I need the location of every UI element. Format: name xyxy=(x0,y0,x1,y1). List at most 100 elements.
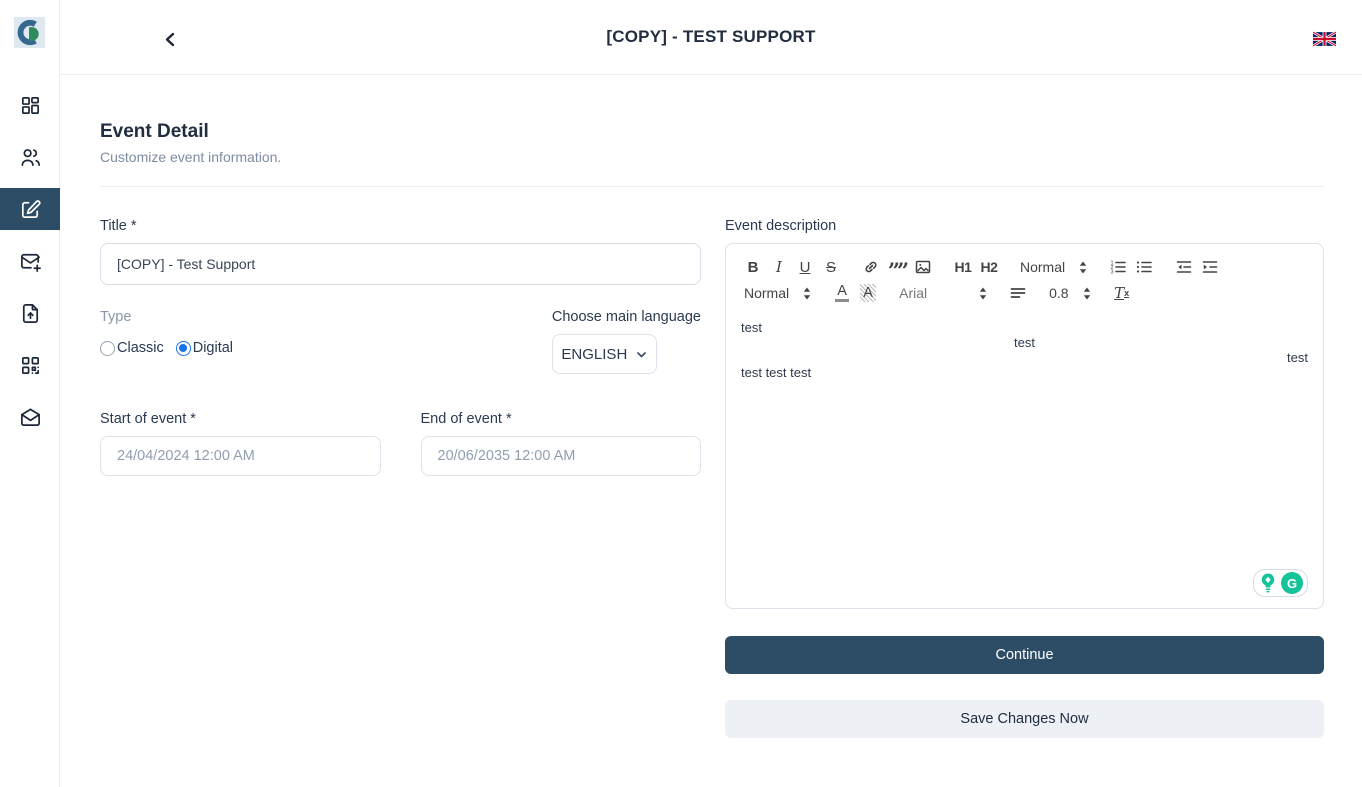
heading-group: H1 H2 xyxy=(950,255,1002,279)
svg-text:3: 3 xyxy=(1111,270,1114,276)
file-upload-icon xyxy=(19,302,42,325)
bold-button[interactable]: B xyxy=(740,255,766,279)
form-columns: Title * Type Classic xyxy=(100,218,1324,738)
align-button[interactable] xyxy=(1005,281,1031,305)
editor-paragraph: test test test xyxy=(741,365,1308,380)
size-picker-group: Normal xyxy=(740,281,815,305)
font-picker-value: Arial xyxy=(899,285,927,301)
description-column: Event description B I U S xyxy=(725,218,1324,738)
rich-text-editor: B I U S xyxy=(725,243,1324,609)
header-picker-group: Normal xyxy=(1016,255,1091,279)
align-group xyxy=(1005,281,1031,305)
indent-button[interactable] xyxy=(1197,255,1223,279)
insert-group: ”” xyxy=(858,255,936,279)
continue-button[interactable]: Continue xyxy=(725,636,1324,674)
outdent-icon xyxy=(1175,258,1193,276)
save-changes-button[interactable]: Save Changes Now xyxy=(725,700,1324,738)
editor-paragraph: test xyxy=(741,320,1308,335)
radio-circle-digital[interactable] xyxy=(176,341,191,356)
qr-code-icon xyxy=(19,354,42,377)
editor-content[interactable]: test test test test test test xyxy=(726,307,1323,608)
page-subtitle: Customize event information. xyxy=(100,149,1324,165)
bullet-list-button[interactable] xyxy=(1131,255,1157,279)
editor-paragraph: test xyxy=(741,335,1308,350)
clear-formatting-icon: T xyxy=(1114,284,1124,302)
outdent-button[interactable] xyxy=(1171,255,1197,279)
radio-digital-label: Digital xyxy=(193,340,233,356)
indent-group xyxy=(1171,255,1223,279)
sidebar-item-messages[interactable] xyxy=(0,396,60,438)
type-radio-group: Classic Digital xyxy=(100,340,233,356)
grammarly-logo-icon[interactable]: G xyxy=(1281,572,1303,594)
header-format-value: Normal xyxy=(1020,259,1065,275)
end-date-input[interactable] xyxy=(421,436,702,476)
end-date-field: End of event * xyxy=(421,411,702,476)
sidebar-item-qr-codes[interactable] xyxy=(0,344,60,386)
type-language-row: Type Classic Digital xyxy=(100,309,701,374)
radio-digital[interactable]: Digital xyxy=(176,340,233,356)
background-color-button[interactable]: A xyxy=(855,281,881,305)
radio-classic-label: Classic xyxy=(117,340,164,356)
link-button[interactable] xyxy=(858,255,884,279)
end-date-label: End of event * xyxy=(421,411,702,427)
event-description-label: Event description xyxy=(725,218,1324,234)
picker-arrows-icon xyxy=(803,287,811,300)
strikethrough-button[interactable]: S xyxy=(818,255,844,279)
font-picker[interactable]: Arial xyxy=(895,281,991,305)
blockquote-button[interactable]: ”” xyxy=(884,255,910,279)
ordered-list-button[interactable]: 1 2 3 xyxy=(1105,255,1131,279)
image-button[interactable] xyxy=(910,255,936,279)
picker-arrows-icon xyxy=(1083,287,1091,300)
clear-formatting-button[interactable]: Tx xyxy=(1109,281,1135,305)
sidebar-item-import[interactable] xyxy=(0,292,60,334)
picker-arrows-icon xyxy=(1079,261,1087,274)
company-logo[interactable] xyxy=(14,17,45,48)
mail-add-icon xyxy=(19,250,42,273)
sidebar-item-invitations[interactable] xyxy=(0,240,60,282)
app-root: [COPY] - TEST SUPPORT Event Detail Custo… xyxy=(0,0,1362,787)
editor-paragraph: test xyxy=(741,350,1308,365)
mail-open-icon xyxy=(19,406,42,429)
size-picker[interactable]: Normal xyxy=(740,281,815,305)
title-label: Title * xyxy=(100,218,701,234)
bullet-list-icon xyxy=(1135,258,1153,276)
underline-button[interactable]: U xyxy=(792,255,818,279)
start-date-input[interactable] xyxy=(100,436,381,476)
language-select[interactable]: ENGLISH xyxy=(552,334,657,374)
italic-button[interactable]: I xyxy=(766,255,792,279)
event-form-column: Title * Type Classic xyxy=(100,218,701,738)
chevron-down-icon xyxy=(636,349,647,360)
size-picker-value: Normal xyxy=(744,285,789,301)
font-picker-group: Arial xyxy=(895,281,991,305)
ordered-list-icon: 1 2 3 xyxy=(1109,258,1127,276)
dashboard-icon xyxy=(19,94,42,117)
edit-event-icon xyxy=(19,198,42,221)
sidebar xyxy=(0,0,60,787)
format-group: B I U S xyxy=(740,255,844,279)
uk-flag-icon[interactable] xyxy=(1313,31,1336,47)
language-label: Choose main language xyxy=(552,309,701,325)
language-group: Choose main language ENGLISH xyxy=(552,309,701,374)
text-color-button[interactable]: A xyxy=(829,281,855,305)
sidebar-item-attendees[interactable] xyxy=(0,136,60,178)
sidebar-item-edit-event[interactable] xyxy=(0,188,60,230)
radio-classic[interactable]: Classic xyxy=(100,340,164,356)
radio-circle-classic[interactable] xyxy=(100,341,115,356)
sidebar-nav xyxy=(0,84,59,448)
page-title: Event Detail xyxy=(100,121,1324,143)
sidebar-item-dashboard[interactable] xyxy=(0,84,60,126)
language-value: ENGLISH xyxy=(561,346,627,363)
start-date-label: Start of event * xyxy=(100,411,381,427)
picker-arrows-icon xyxy=(979,287,987,300)
clear-formatting-x: x xyxy=(1124,288,1129,298)
grammarly-suggestion-icon[interactable] xyxy=(1258,572,1278,594)
header-format-picker[interactable]: Normal xyxy=(1016,255,1091,279)
line-height-picker[interactable]: 0.8 xyxy=(1045,281,1094,305)
editor-toolbar: B I U S xyxy=(726,244,1323,307)
clean-group: Tx xyxy=(1109,281,1135,305)
heading1-button[interactable]: H1 xyxy=(950,255,976,279)
heading2-button[interactable]: H2 xyxy=(976,255,1002,279)
title-input[interactable] xyxy=(100,243,701,285)
users-icon xyxy=(19,146,42,169)
header: [COPY] - TEST SUPPORT xyxy=(60,0,1362,75)
